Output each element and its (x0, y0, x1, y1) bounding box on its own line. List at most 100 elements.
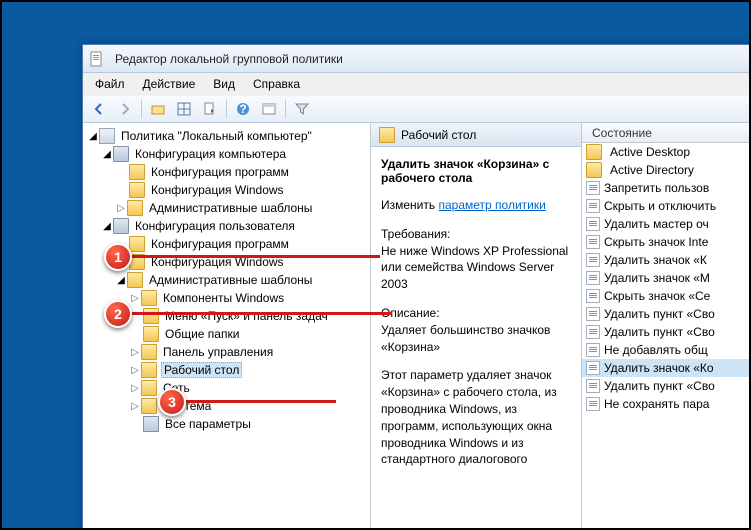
folder-icon (379, 127, 395, 143)
list-item[interactable]: Active Desktop (582, 143, 750, 161)
edit-link[interactable]: параметр политики (438, 198, 545, 212)
tree-label: Административные шаблоны (147, 272, 314, 288)
tree-item[interactable]: Конфигурация программ (85, 163, 368, 181)
expand-icon[interactable]: ▷ (129, 365, 141, 376)
list-items[interactable]: Active Desktop Active Directory Запретить … (582, 143, 750, 413)
list-item-label: Удалить значок «М (604, 271, 710, 285)
tree-label: Административные шаблоны (147, 200, 314, 216)
tree-item[interactable]: Все параметры (85, 415, 368, 433)
list-item[interactable]: Удалить пункт «Сво (582, 377, 750, 395)
tree-label: Компоненты Windows (161, 290, 286, 306)
list-item-label: Скрыть и отключить (604, 199, 716, 213)
tree-item[interactable]: Конфигурация Windows (85, 181, 368, 199)
desc-text: Удаляет большинство значков «Корзина» (381, 322, 571, 356)
collapse-icon[interactable]: ◢ (101, 149, 113, 160)
expand-icon[interactable]: ▷ (129, 383, 141, 394)
list-item[interactable]: Удалить значок «М (582, 269, 750, 287)
document-icon (586, 343, 600, 357)
list-item[interactable]: Скрыть значок «Се (582, 287, 750, 305)
expand-icon[interactable]: ▷ (129, 401, 141, 412)
toolbar-separator (226, 100, 227, 118)
folder-icon (586, 144, 602, 160)
folder-icon (141, 344, 157, 360)
requirements: Требования: Не ниже Windows XP Professio… (381, 226, 571, 293)
list-item[interactable]: Скрыть и отключить (582, 197, 750, 215)
list-item-label: Удалить значок «Ко (604, 361, 714, 375)
collapse-icon[interactable]: ◢ (115, 275, 127, 286)
props-button[interactable] (257, 98, 281, 120)
tree-desktop[interactable]: ▷Рабочий стол (85, 361, 368, 379)
expand-icon[interactable]: ▷ (129, 293, 141, 304)
folder-icon (141, 290, 157, 306)
document-icon (586, 379, 600, 393)
grid-button[interactable] (172, 98, 196, 120)
list-item[interactable]: Запретить пользов (582, 179, 750, 197)
tree-label: Все параметры (163, 416, 253, 432)
list-item[interactable]: Удалить значок «Ко (582, 359, 750, 377)
toolbar-separator (285, 100, 286, 118)
tree-item[interactable]: Общие папки (85, 325, 368, 343)
menu-view[interactable]: Вид (205, 75, 243, 93)
document-icon (586, 397, 600, 411)
filter-button[interactable] (290, 98, 314, 120)
tree-adm-tmpl[interactable]: ◢ Административные шаблоны (85, 271, 368, 289)
list-item-label: Удалить пункт «Сво (604, 325, 715, 339)
tree-user-cfg[interactable]: ◢Конфигурация пользователя (85, 217, 368, 235)
folder-icon (129, 236, 145, 252)
description: Описание: Удаляет большинство значков «К… (381, 305, 571, 355)
list-item-label: Скрыть значок «Се (604, 289, 710, 303)
tree-item[interactable]: ▷ Административные шаблоны (85, 199, 368, 217)
menu-action[interactable]: Действие (135, 75, 204, 93)
tree-label: Конфигурация программ (149, 164, 291, 180)
list-item-label: Active Directory (610, 163, 694, 177)
tree-comp-cfg[interactable]: ◢Конфигурация компьютера (85, 145, 368, 163)
collapse-icon[interactable]: ◢ (101, 221, 113, 232)
menu-file[interactable]: Файл (87, 75, 133, 93)
menubar: Файл Действие Вид Справка (83, 73, 750, 95)
callout-3: 3 (158, 388, 186, 416)
help-button[interactable]: ? (231, 98, 255, 120)
expand-icon[interactable]: ▷ (115, 203, 127, 214)
folder-up-button[interactable] (146, 98, 170, 120)
list-item[interactable]: Не сохранять пара (582, 395, 750, 413)
tree-item[interactable]: ▷Сеть (85, 379, 368, 397)
folder-icon (143, 308, 159, 324)
setting-title: Удалить значок «Корзина» с рабочего стол… (381, 157, 571, 185)
collapse-icon[interactable]: ◢ (87, 131, 99, 142)
list-item[interactable]: Удалить значок «К (582, 251, 750, 269)
list-item[interactable]: Удалить мастер оч (582, 215, 750, 233)
tree-root[interactable]: ◢Политика "Локальный компьютер" (85, 127, 368, 145)
list-item[interactable]: Скрыть значок Inte (582, 233, 750, 251)
list-header[interactable]: Состояние (582, 123, 750, 143)
list-item-label: Не добавлять общ (604, 343, 708, 357)
edit-label: Изменить (381, 198, 435, 212)
settings-list: Состояние Active Desktop Active Directory… (581, 123, 750, 529)
edit-row: Изменить параметр политики (381, 197, 571, 214)
list-item[interactable]: Удалить пункт «Сво (582, 323, 750, 341)
detail-pane: Рабочий стол Удалить значок «Корзина» с … (371, 123, 750, 529)
folder-icon (586, 162, 602, 178)
list-item[interactable]: Active Directory (582, 161, 750, 179)
forward-button[interactable] (113, 98, 137, 120)
long-desc: Этот параметр удаляет значок «Корзина» с… (381, 367, 571, 468)
list-item[interactable]: Удалить пункт «Сво (582, 305, 750, 323)
document-icon (586, 181, 600, 195)
menu-help[interactable]: Справка (245, 75, 308, 93)
export-button[interactable] (198, 98, 222, 120)
list-item[interactable]: Не добавлять общ (582, 341, 750, 359)
tree-item[interactable]: ▷Панель управления (85, 343, 368, 361)
desc-label: Описание: (381, 305, 571, 322)
document-icon (586, 199, 600, 213)
expand-icon[interactable]: ▷ (129, 347, 141, 358)
titlebar[interactable]: Редактор локальной групповой политики (83, 45, 750, 73)
list-item-label: Удалить мастер оч (604, 217, 709, 231)
folder-icon (127, 200, 143, 216)
tree-label: Меню «Пуск» и панель задач (163, 308, 330, 324)
config-icon (143, 416, 159, 432)
callout-2: 2 (104, 300, 132, 328)
app-icon (89, 51, 105, 67)
policy-icon (99, 128, 115, 144)
tree-pane[interactable]: ◢Политика "Локальный компьютер" ◢Конфигу… (83, 123, 371, 529)
back-button[interactable] (87, 98, 111, 120)
list-item-label: Запретить пользов (604, 181, 709, 195)
